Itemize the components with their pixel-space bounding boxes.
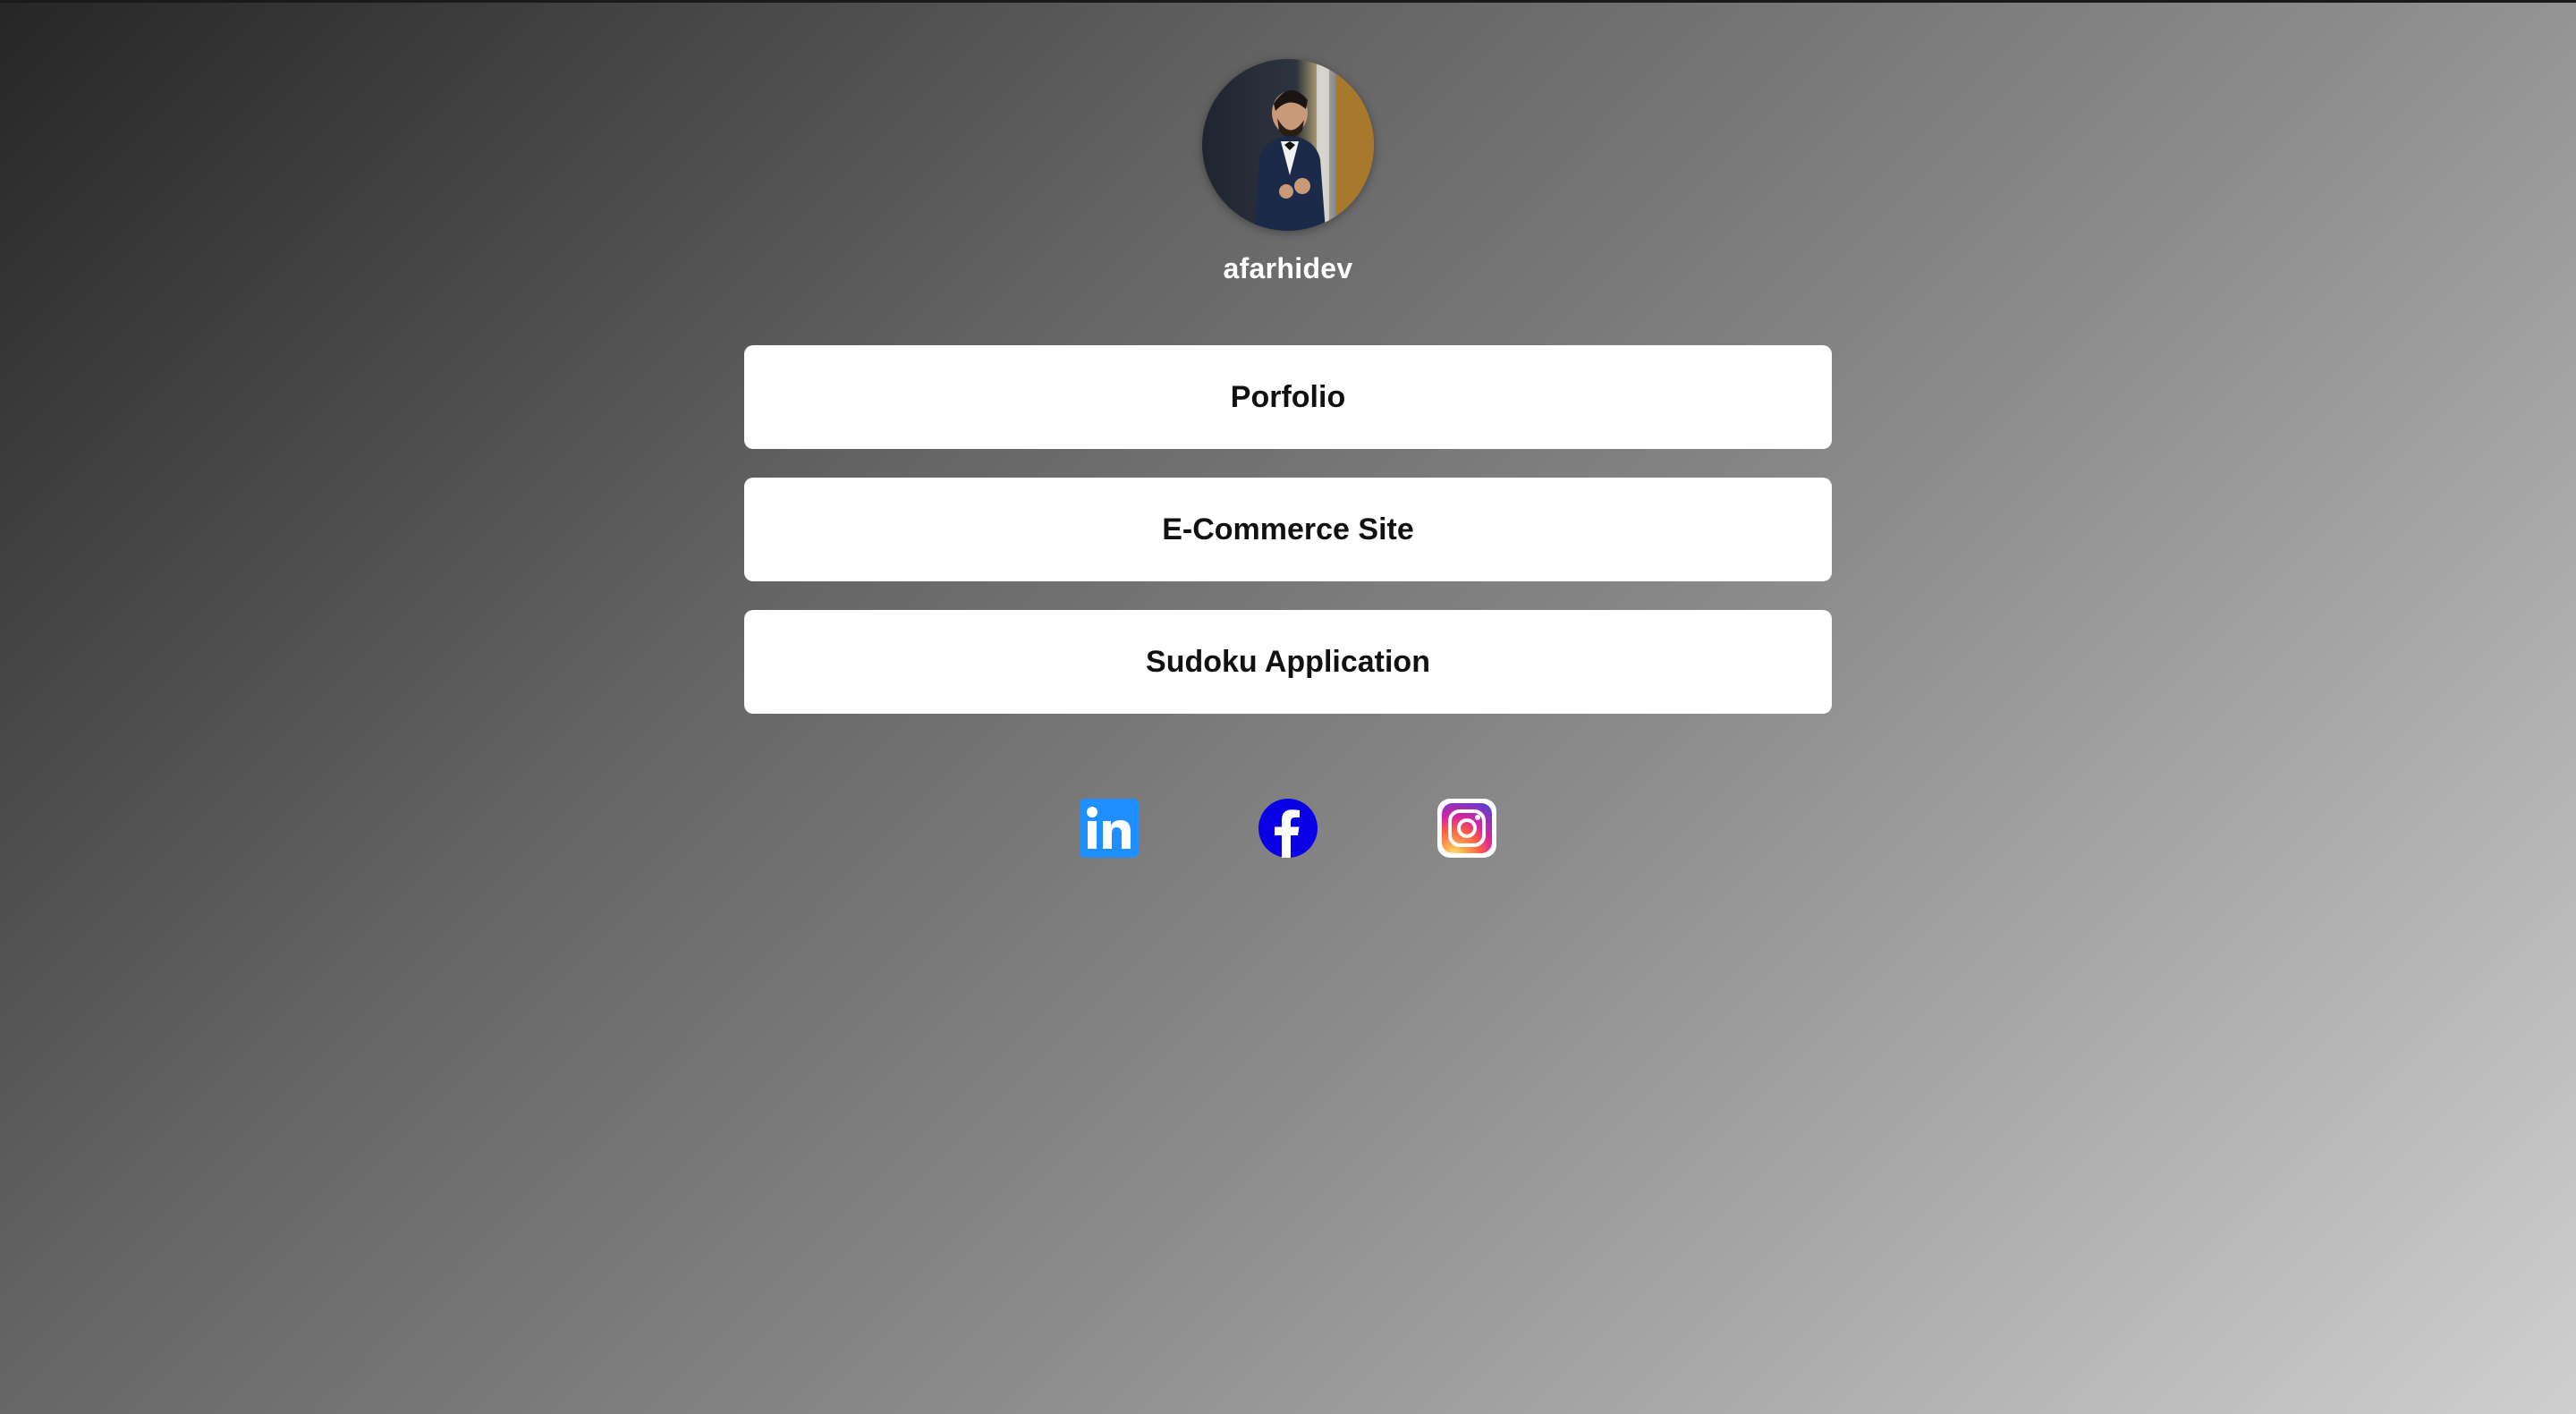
linkedin-icon [1080,799,1139,858]
facebook-link[interactable] [1258,799,1318,858]
ecommerce-link-button[interactable]: E-Commerce Site [744,478,1832,581]
facebook-icon [1258,799,1318,858]
instagram-link[interactable] [1437,799,1496,858]
profile-header: afarhidev [0,59,2576,285]
avatar-image [1202,59,1374,231]
top-border [0,0,2576,3]
portfolio-link-button[interactable]: Porfolio [744,345,1832,449]
link-list: Porfolio E-Commerce Site Sudoku Applicat… [744,345,1832,742]
instagram-icon [1437,799,1496,858]
social-links [1080,799,1496,858]
sudoku-link-button[interactable]: Sudoku Application [744,610,1832,714]
linkedin-link[interactable] [1080,799,1139,858]
username: afarhidev [1223,252,1353,284]
avatar [1202,59,1374,231]
